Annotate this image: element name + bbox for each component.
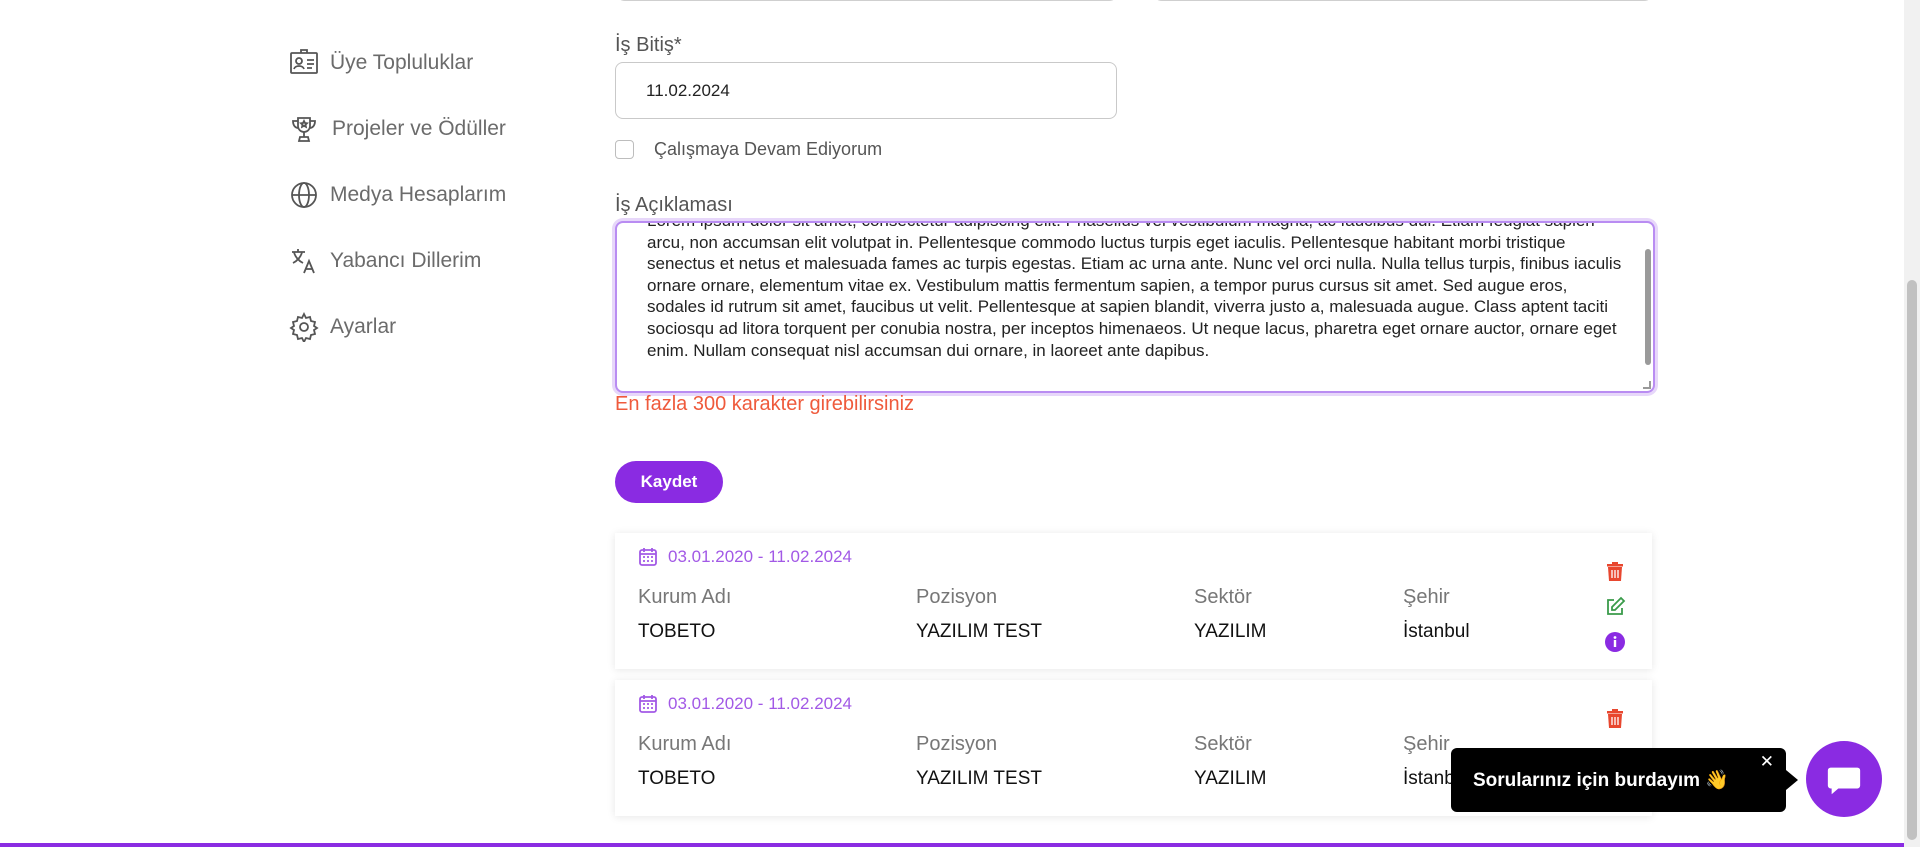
- sector-header: Sektör: [1194, 733, 1252, 755]
- company-value: TOBETO: [638, 768, 716, 789]
- trophy-icon: [288, 113, 320, 145]
- company-header: Kurum Adı: [638, 586, 732, 608]
- experience-date-range: 03.01.2020 - 11.02.2024: [638, 547, 852, 567]
- chat-message: Sorularınız için burdayım 👋: [1473, 770, 1729, 791]
- end-date-field[interactable]: 11.02.2024: [615, 62, 1117, 119]
- position-header: Pozisyon: [916, 586, 998, 608]
- sidebar-item-label: Projeler ve Ödüller: [332, 117, 506, 140]
- company-column: Kurum Adı TOBETO: [638, 586, 731, 643]
- trash-icon[interactable]: [1604, 708, 1626, 730]
- character-limit-error: En fazla 300 karakter girebilirsiniz: [615, 393, 915, 415]
- still-working-row: Çalışmaya Devam Ediyorum: [615, 139, 882, 160]
- still-working-label: Çalışmaya Devam Ediyorum: [654, 139, 883, 159]
- city-header: Şehir: [1403, 586, 1450, 608]
- calendar-icon: [639, 695, 657, 713]
- page-scrollbar-thumb[interactable]: [1907, 280, 1917, 840]
- tooltip-tail: [1786, 770, 1798, 790]
- description-label: İş Açıklaması: [615, 194, 733, 216]
- chat-button[interactable]: [1806, 741, 1882, 817]
- sidebar-item-label: Medya Hesaplarım: [330, 183, 507, 206]
- sidebar-item-foreign-languages[interactable]: Yabancı Dillerim: [288, 228, 506, 294]
- edit-icon[interactable]: [1604, 596, 1626, 618]
- close-icon[interactable]: ✕: [1760, 752, 1774, 772]
- sector-value: YAZILIM: [1194, 768, 1267, 789]
- calendar-icon: [639, 548, 657, 566]
- position-value: YAZILIM TEST: [916, 621, 1042, 642]
- sector-header: Sektör: [1194, 586, 1252, 608]
- company-header: Kurum Adı: [638, 733, 732, 755]
- gear-icon: [288, 311, 320, 343]
- city-column: Şehir İstanbul: [1403, 586, 1470, 643]
- chat-tooltip: Sorularınız için burdayım 👋 ✕: [1451, 748, 1798, 812]
- position-column: Pozisyon YAZILIM TEST: [916, 586, 1042, 643]
- experience-card: 03.01.2020 - 11.02.2024 Kurum Adı TOBETO…: [615, 533, 1652, 669]
- description-textarea[interactable]: Lorem ipsum dolor sit amet, consectetur …: [615, 221, 1655, 393]
- bottom-accent-bar: [0, 843, 1920, 847]
- card-actions: [1604, 708, 1626, 730]
- sidebar: Üye Topluluklar Projeler ve Ödüller Medy…: [288, 30, 506, 360]
- sidebar-item-label: Yabancı Dillerim: [330, 249, 482, 272]
- end-date-value: 11.02.2024: [646, 80, 730, 100]
- position-field-partial[interactable]: [1152, 0, 1654, 1]
- textarea-scrollbar[interactable]: [1645, 249, 1651, 365]
- position-value: YAZILIM TEST: [916, 768, 1042, 789]
- sidebar-item-label: Ayarlar: [330, 315, 397, 338]
- sector-value: YAZILIM: [1194, 621, 1267, 642]
- chat-icon: [1827, 767, 1861, 795]
- info-icon[interactable]: [1604, 631, 1626, 653]
- still-working-checkbox[interactable]: [615, 140, 634, 159]
- resize-handle-icon[interactable]: [1643, 381, 1651, 389]
- experience-date-range: 03.01.2020 - 11.02.2024: [638, 694, 852, 714]
- sidebar-item-projects-awards[interactable]: Projeler ve Ödüller: [288, 96, 506, 162]
- company-value: TOBETO: [638, 621, 716, 642]
- sector-column: Sektör YAZILIM: [1194, 733, 1267, 790]
- date-range-text: 03.01.2020 - 11.02.2024: [668, 547, 853, 566]
- sidebar-item-media-accounts[interactable]: Medya Hesaplarım: [288, 162, 506, 228]
- save-button[interactable]: Kaydet: [615, 461, 723, 503]
- date-range-text: 03.01.2020 - 11.02.2024: [668, 694, 853, 713]
- id-card-icon: [288, 47, 320, 79]
- position-column: Pozisyon YAZILIM TEST: [916, 733, 1042, 790]
- start-date-field-partial[interactable]: [615, 0, 1119, 1]
- sidebar-item-label: Üye Topluluklar: [330, 51, 474, 74]
- card-actions: [1604, 561, 1626, 653]
- globe-icon: [288, 179, 320, 211]
- company-column: Kurum Adı TOBETO: [638, 733, 731, 790]
- sidebar-item-member-communities[interactable]: Üye Topluluklar: [288, 30, 506, 96]
- description-text: Lorem ipsum dolor sit amet, consectetur …: [647, 223, 1622, 360]
- sector-column: Sektör YAZILIM: [1194, 586, 1267, 643]
- sidebar-item-settings[interactable]: Ayarlar: [288, 294, 506, 360]
- end-date-label: İş Bitiş*: [615, 34, 682, 56]
- city-value: İstanbul: [1403, 621, 1470, 642]
- translate-icon: [288, 245, 320, 277]
- trash-icon[interactable]: [1604, 561, 1626, 583]
- position-header: Pozisyon: [916, 733, 998, 755]
